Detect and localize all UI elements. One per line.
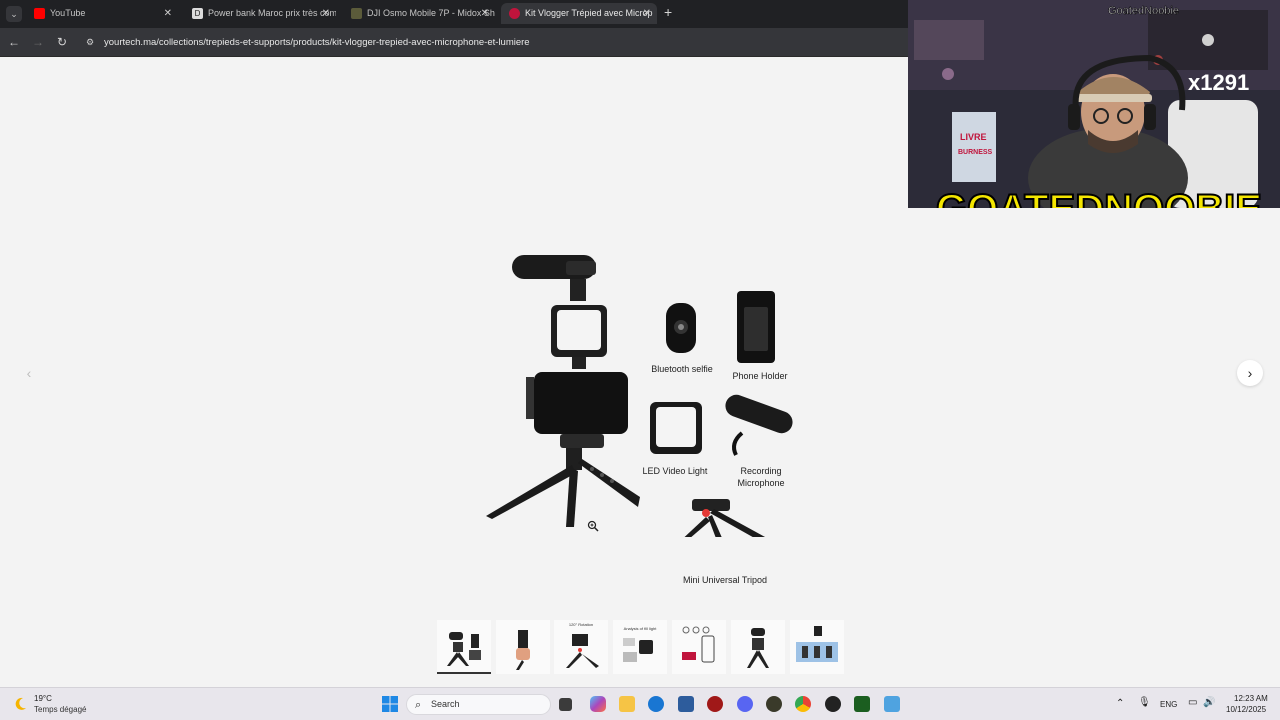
- overlay-logo: GOATEDNOOBIE: [936, 187, 1262, 208]
- tab-title: Power bank Maroc prix très com: [208, 8, 336, 18]
- thumbnail-4-text: Analysis of fill light: [623, 626, 657, 631]
- webcam-overlay: LIVRE BURNESS GOATEDNOOBIE GoatedNoobie …: [908, 0, 1280, 208]
- thumbnail-strip: 120° Rotation Analysis of fill light: [437, 620, 847, 675]
- network-icon[interactable]: ▭: [1188, 697, 1197, 708]
- thumbnail-4[interactable]: Analysis of fill light: [613, 620, 667, 674]
- next-image-button[interactable]: ›: [1237, 360, 1263, 386]
- url-text[interactable]: yourtech.ma/collections/trepieds-et-supp…: [104, 32, 530, 53]
- site-favicon-icon: [351, 8, 362, 19]
- microphone-icon[interactable]: 🎙: [1138, 697, 1151, 708]
- app-dark-icon[interactable]: [766, 696, 782, 712]
- caption-bluetooth-selfie: Bluetooth selfie: [651, 364, 713, 374]
- search-icon: ⌕: [415, 699, 422, 711]
- close-tab-icon[interactable]: ✕: [164, 3, 172, 24]
- streamer-webcam-feed: LIVRE BURNESS GOATEDNOOBIE GoatedNoobie …: [908, 0, 1280, 208]
- site-info-icon[interactable]: ⚙: [86, 36, 98, 48]
- tab-title: DJI Osmo Mobile 7P - Midox Sh: [367, 8, 495, 18]
- thumbnail-7[interactable]: [790, 620, 844, 674]
- close-tab-icon[interactable]: ✕: [643, 3, 651, 24]
- youtube-icon: [34, 8, 45, 19]
- thumbnail-2[interactable]: [496, 620, 550, 674]
- product-image[interactable]: Bluetooth selfie Phone Holder LED Video …: [470, 227, 810, 585]
- app-red-icon[interactable]: [707, 696, 723, 712]
- book-text-line-2: BURNESS: [958, 149, 993, 156]
- caption-phone-holder: Phone Holder: [732, 371, 788, 381]
- store-icon[interactable]: [678, 696, 694, 712]
- close-tab-icon[interactable]: ✕: [481, 3, 489, 24]
- copilot-icon[interactable]: [590, 696, 606, 712]
- thumbnail-3-text: 120° Rotation: [568, 622, 594, 627]
- new-tab-button[interactable]: +: [664, 4, 672, 20]
- show-hidden-icons-icon[interactable]: ⌃: [1116, 698, 1124, 709]
- vlogger-kit-illustration: [486, 255, 793, 549]
- volume-icon[interactable]: 🔊: [1203, 697, 1215, 708]
- language-indicator[interactable]: ENG: [1160, 700, 1177, 709]
- tab-title: Kit Vlogger Trépied avec Microp: [525, 8, 653, 18]
- previous-image-button[interactable]: ‹: [16, 360, 42, 386]
- tab-dji-osmo[interactable]: DJI Osmo Mobile 7P - Midox Sh ✕: [343, 3, 495, 24]
- chrome-icon[interactable]: [795, 696, 811, 712]
- reload-icon[interactable]: ↻: [54, 34, 70, 50]
- caption-mini-universal-tripod: Mini Universal Tripod: [682, 575, 768, 585]
- tab-search-button[interactable]: ⌄: [6, 6, 22, 22]
- zoom-cursor-icon: [587, 519, 599, 532]
- screen: ⌄ YouTube ✕ D Power bank Maroc prix très…: [0, 0, 1280, 720]
- discord-icon[interactable]: [737, 696, 753, 712]
- weather-temperature[interactable]: 19°C: [34, 694, 52, 703]
- overlay-counter: x1291: [1188, 70, 1249, 95]
- overlay-channel-name: GoatedNoobie: [1108, 5, 1179, 17]
- windows-start-icon[interactable]: [382, 696, 398, 712]
- taskbar-search-box[interactable]: ⌕ Search: [406, 694, 551, 715]
- app-record-icon[interactable]: [825, 696, 841, 712]
- tab-kit-vlogger[interactable]: Kit Vlogger Trépied avec Microp ✕: [501, 3, 657, 24]
- file-explorer-icon[interactable]: [619, 696, 635, 712]
- site-favicon-icon: [509, 8, 520, 19]
- forward-arrow-icon[interactable]: →: [30, 34, 46, 50]
- weather-condition[interactable]: Temps dégagé: [34, 705, 86, 714]
- close-tab-icon[interactable]: ✕: [322, 3, 330, 24]
- back-arrow-icon[interactable]: ←: [6, 34, 22, 50]
- site-favicon-icon: D: [192, 8, 203, 19]
- edge-browser-icon[interactable]: [648, 696, 664, 712]
- task-view-icon[interactable]: [559, 698, 572, 711]
- tab-power-bank[interactable]: D Power bank Maroc prix très com ✕: [184, 3, 336, 24]
- search-placeholder: Search: [431, 699, 460, 709]
- clock-time[interactable]: 12:23 AM: [1234, 694, 1268, 703]
- tab-youtube[interactable]: YouTube ✕: [26, 3, 178, 24]
- address-bar[interactable]: ⚙ yourtech.ma/collections/trepieds-et-su…: [80, 32, 908, 53]
- app-green-icon[interactable]: [854, 696, 870, 712]
- moon-weather-icon[interactable]: [12, 696, 28, 712]
- thumbnail-6[interactable]: [731, 620, 785, 674]
- notepad-icon[interactable]: [884, 696, 900, 712]
- windows-taskbar: 19°C Temps dégagé ⌕ Search ⌃ 🎙 ENG ▭ 🔊 1…: [0, 687, 1280, 720]
- thumbnail-3[interactable]: 120° Rotation: [554, 620, 608, 674]
- caption-led-video-light: LED Video Light: [642, 466, 708, 476]
- book-text-line-1: LIVRE: [960, 132, 987, 142]
- clock-date[interactable]: 10/12/2025: [1226, 705, 1266, 714]
- caption-recording-microphone: Recording Microphone: [737, 466, 785, 488]
- thumbnail-1[interactable]: [437, 620, 491, 674]
- tab-title: YouTube: [50, 8, 86, 18]
- thumbnail-5[interactable]: [672, 620, 726, 674]
